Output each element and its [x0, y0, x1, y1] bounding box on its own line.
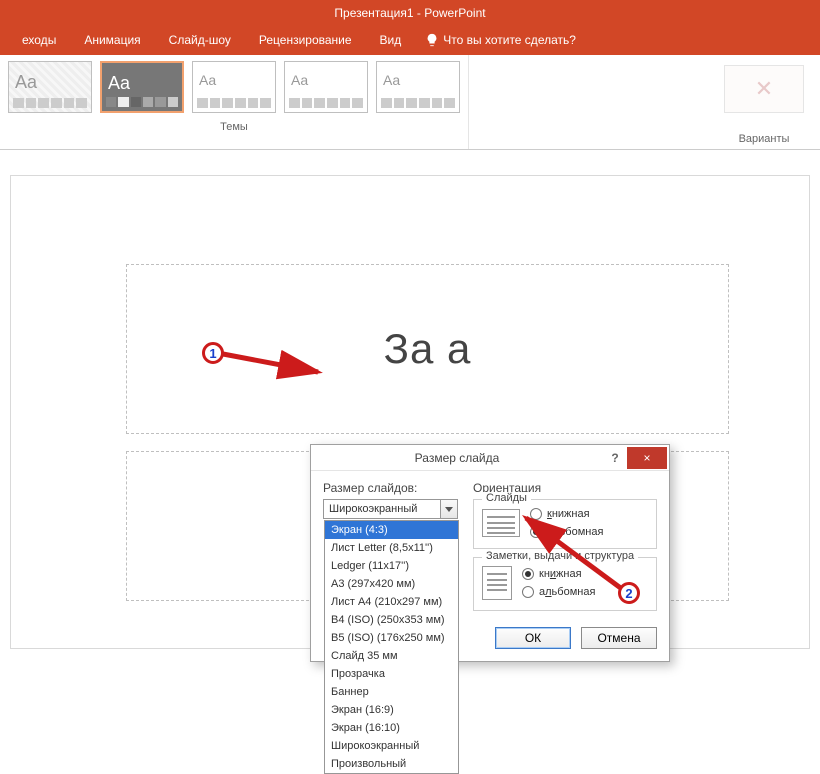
dialog-titlebar[interactable]: Размер слайда ? × — [311, 445, 669, 471]
tab-label: Вид — [380, 33, 402, 47]
slide-title-text: За а — [384, 325, 472, 373]
theme-thumb[interactable]: Aa — [376, 61, 460, 113]
radio-notes-portrait[interactable]: книжная — [522, 568, 595, 580]
close-icon: × — [643, 451, 650, 465]
tell-me-label: Что вы хотите сделать? — [443, 33, 576, 47]
radio-slides-portrait[interactable]: ккнижнаянижная — [530, 508, 603, 520]
tab-label: еходы — [22, 33, 56, 47]
variant-thumb[interactable]: ✕ — [724, 65, 804, 113]
dropdown-option[interactable]: Произвольный — [325, 755, 458, 773]
lightbulb-icon — [425, 33, 439, 47]
radio-icon — [522, 568, 534, 580]
dialog-help-button[interactable]: ? — [603, 451, 627, 465]
radio-label: ккнижнаянижная — [547, 508, 590, 520]
x-icon: ✕ — [755, 76, 773, 102]
combo-dropdown-button[interactable] — [440, 500, 457, 518]
dropdown-option[interactable]: Ledger (11x17'') — [325, 557, 458, 575]
radio-label: книжная — [539, 568, 582, 580]
dialog-title: Размер слайда — [311, 451, 603, 465]
radio-icon — [522, 586, 534, 598]
slide-title-placeholder[interactable]: За а — [126, 264, 729, 434]
ok-button[interactable]: ОК — [495, 627, 571, 649]
ribbon-group-variants: ✕ Варианты — [716, 55, 812, 149]
orientation-slides-legend: Слайды — [482, 492, 531, 504]
ribbon: Aa Aa Aa Aa Aa Темы ✕ Варианты — [0, 55, 820, 150]
orientation-notes-legend: Заметки, выдачи и структура — [482, 550, 638, 562]
tab-view[interactable]: Вид — [366, 25, 416, 55]
ribbon-group-label: Варианты — [716, 117, 812, 151]
button-label: ОК — [525, 631, 541, 645]
radio-label: альбомная — [547, 526, 603, 538]
slide-size-dialog: Размер слайда ? × Размер слайдов: Широко… — [310, 444, 670, 662]
dropdown-option[interactable]: B5 (ISO) (176x250 мм) — [325, 629, 458, 647]
dropdown-option[interactable]: Лист A4 (210x297 мм) — [325, 593, 458, 611]
landscape-icon — [482, 509, 520, 537]
dropdown-option[interactable]: Лист Letter (8,5x11'') — [325, 539, 458, 557]
tab-transitions[interactable]: еходы — [8, 25, 70, 55]
orientation-slides-fieldset: Слайды ккнижнаянижная альбомная — [473, 499, 657, 549]
radio-icon — [530, 508, 542, 520]
combo-value: Широкоэкранный — [324, 503, 440, 515]
radio-slides-landscape[interactable]: альбомная — [530, 526, 603, 538]
dropdown-option[interactable]: Прозрачка — [325, 665, 458, 683]
theme-thumb[interactable]: Aa — [192, 61, 276, 113]
app-title: Презентация1 - PowerPoint — [334, 6, 485, 20]
dropdown-option[interactable]: Слайд 35 мм — [325, 647, 458, 665]
tab-label: Слайд-шоу — [169, 33, 231, 47]
theme-thumb[interactable]: Aa — [284, 61, 368, 113]
theme-thumb[interactable]: Aa — [100, 61, 184, 113]
tab-label: Рецензирование — [259, 33, 352, 47]
dropdown-option[interactable]: B4 (ISO) (250x353 мм) — [325, 611, 458, 629]
theme-thumb[interactable]: Aa — [8, 61, 92, 113]
radio-label: альбомная — [539, 586, 595, 598]
window-titlebar: Презентация1 - PowerPoint — [0, 0, 820, 25]
dialog-close-button[interactable]: × — [627, 447, 667, 469]
tab-slideshow[interactable]: Слайд-шоу — [155, 25, 245, 55]
tab-animation[interactable]: Анимация — [70, 25, 154, 55]
ribbon-group-label: Темы — [0, 117, 468, 139]
dropdown-option[interactable]: Широкоэкранный — [325, 737, 458, 755]
slide-area: За а Размер слайда ? × Размер слайдов: Ш… — [0, 150, 820, 659]
dropdown-option[interactable]: Баннер — [325, 683, 458, 701]
tab-review[interactable]: Рецензирование — [245, 25, 366, 55]
dropdown-option[interactable]: A3 (297x420 мм) — [325, 575, 458, 593]
ribbon-tabbar: еходы Анимация Слайд-шоу Рецензирование … — [0, 25, 820, 55]
slide-size-label: Размер слайдов: — [323, 481, 463, 495]
portrait-icon — [482, 566, 512, 600]
tab-label: Анимация — [84, 33, 140, 47]
radio-notes-landscape[interactable]: альбомная — [522, 586, 595, 598]
button-label: Отмена — [597, 631, 640, 645]
slide-size-dropdown: Экран (4:3)Лист Letter (8,5x11'')Ledger … — [324, 520, 459, 774]
dropdown-option[interactable]: Экран (4:3) — [325, 521, 458, 539]
tell-me[interactable]: Что вы хотите сделать? — [425, 33, 576, 47]
radio-icon — [530, 526, 542, 538]
cancel-button[interactable]: Отмена — [581, 627, 657, 649]
dropdown-option[interactable]: Экран (16:10) — [325, 719, 458, 737]
slide-size-combo[interactable]: Широкоэкранный Экран (4:3)Лист Letter (8… — [323, 499, 458, 519]
ribbon-group-themes: Aa Aa Aa Aa Aa Темы — [0, 55, 469, 149]
dropdown-option[interactable]: Экран (16:9) — [325, 701, 458, 719]
chevron-down-icon — [445, 507, 453, 512]
orientation-notes-fieldset: Заметки, выдачи и структура книжная альб… — [473, 557, 657, 611]
